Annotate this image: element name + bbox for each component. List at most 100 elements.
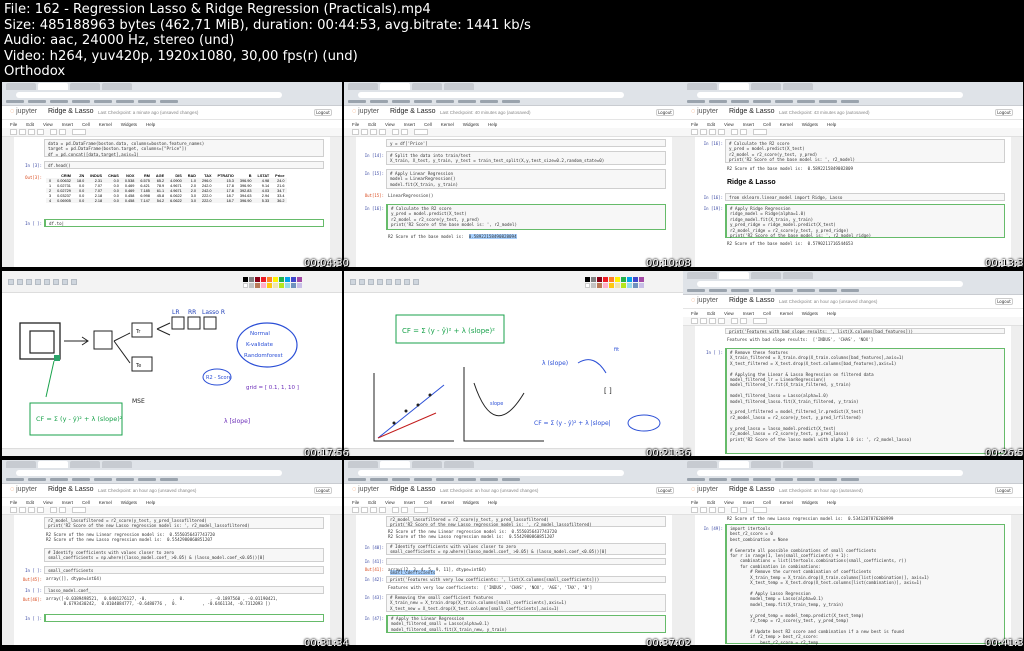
- code-cell[interactable]: In [49]: import itertools best_r2_score =…: [701, 524, 1005, 645]
- code-cell[interactable]: In [ ]: small_coefficients: [20, 566, 324, 574]
- notebook-title[interactable]: Ridge & Lasso: [729, 297, 775, 304]
- code-cell[interactable]: r2_model_lassofiltered = r2_score(y_test…: [20, 517, 324, 529]
- code-cell[interactable]: In [19]: # Apply Ridge Regression ridge_m…: [701, 204, 1005, 238]
- code-cell[interactable]: In [41]: small_coefficients: [362, 558, 666, 576]
- code-cell[interactable]: In [40]: # Identify coefficients with val…: [362, 543, 666, 555]
- menu-help[interactable]: Help: [827, 500, 836, 505]
- menu-edit[interactable]: Edit: [707, 311, 715, 316]
- menu-view[interactable]: View: [43, 122, 53, 127]
- menu-widgets[interactable]: Widgets: [802, 311, 818, 316]
- menu-file[interactable]: File: [691, 500, 698, 505]
- menu-cell[interactable]: Cell: [82, 122, 90, 127]
- code-cell[interactable]: y = df['Price']: [362, 139, 666, 147]
- menu-edit[interactable]: Edit: [368, 122, 376, 127]
- code-cell[interactable]: In [3]: df.head(): [20, 161, 324, 170]
- menu-file[interactable]: File: [352, 122, 359, 127]
- menu-view[interactable]: View: [43, 500, 53, 505]
- menu-widgets[interactable]: Widgets: [121, 122, 137, 127]
- menu-file[interactable]: File: [10, 500, 17, 505]
- code-cell[interactable]: In [47]: # Apply the Linear Regression mo…: [362, 615, 666, 633]
- code-cell[interactable]: data = pd.DataFrame(boston.data, columns…: [20, 139, 324, 157]
- notebook-title[interactable]: Ridge & Lasso: [48, 486, 94, 493]
- notebook-title[interactable]: Ridge & Lasso: [390, 486, 436, 493]
- logout-button[interactable]: Logout: [995, 109, 1013, 116]
- menu-cell[interactable]: Cell: [763, 122, 771, 127]
- logout-button[interactable]: Logout: [995, 487, 1013, 494]
- menu-help[interactable]: Help: [827, 311, 836, 316]
- menu-cell[interactable]: Cell: [763, 311, 771, 316]
- menu-view[interactable]: View: [385, 500, 395, 505]
- menu-insert[interactable]: Insert: [743, 500, 754, 505]
- code-cell[interactable]: # Identify coefficients with values clos…: [20, 548, 324, 562]
- menu-edit[interactable]: Edit: [26, 500, 34, 505]
- menu-file[interactable]: File: [352, 500, 359, 505]
- drawing-canvas[interactable]: LR RR Lasso R Te Tr Normal K-validate Ra…: [2, 293, 342, 448]
- menu-kernel[interactable]: Kernel: [780, 311, 793, 316]
- menu-kernel[interactable]: Kernel: [99, 122, 112, 127]
- menu-insert[interactable]: Insert: [743, 122, 754, 127]
- menu-insert[interactable]: Insert: [743, 311, 754, 316]
- menu-view[interactable]: View: [385, 122, 395, 127]
- menu-help[interactable]: Help: [827, 122, 836, 127]
- code-cell[interactable]: In [ ]: df.to|: [20, 219, 324, 228]
- logout-button[interactable]: Logout: [995, 298, 1013, 305]
- notebook-title[interactable]: Ridge & Lasso: [729, 486, 775, 493]
- menu-view[interactable]: View: [724, 311, 734, 316]
- menu-help[interactable]: Help: [488, 122, 497, 127]
- color-palette[interactable]: [243, 277, 302, 288]
- menu-widgets[interactable]: Widgets: [802, 500, 818, 505]
- code-cell[interactable]: In [ ]: # Remove these features X_train_f…: [701, 348, 1005, 454]
- code-cell[interactable]: r2_model_lassofiltered = r2_score(y_test…: [362, 516, 666, 527]
- code-cell[interactable]: In [ ]: lasso_model.coef_: [20, 586, 324, 594]
- markdown-cell[interactable]: Ridge & Lasso: [701, 179, 1005, 189]
- menu-cell[interactable]: Cell: [763, 500, 771, 505]
- code-cell[interactable]: In [16]: from sklearn.linear_model import…: [701, 193, 1005, 201]
- menu-widgets[interactable]: Widgets: [463, 500, 479, 505]
- notebook-title[interactable]: Ridge & Lasso: [390, 108, 436, 115]
- menu-kernel[interactable]: Kernel: [99, 500, 112, 505]
- code-cell[interactable]: In [16]: # Calculate the R2 score y_pred …: [362, 204, 666, 230]
- menu-cell[interactable]: Cell: [424, 122, 432, 127]
- menu-insert[interactable]: Insert: [404, 500, 415, 505]
- code-cell[interactable]: In [15]: # Apply Linear Regression model …: [362, 169, 666, 189]
- logout-button[interactable]: Logout: [314, 109, 332, 116]
- menu-widgets[interactable]: Widgets: [463, 122, 479, 127]
- menu-cell[interactable]: Cell: [424, 500, 432, 505]
- menu-edit[interactable]: Edit: [368, 500, 376, 505]
- menu-edit[interactable]: Edit: [26, 122, 34, 127]
- code-cell[interactable]: print('Features with bad slope results: …: [701, 328, 1005, 334]
- code-cell[interactable]: In [ ]:: [20, 614, 324, 622]
- menu-file[interactable]: File: [691, 122, 698, 127]
- menu-edit[interactable]: Edit: [707, 122, 715, 127]
- menu-help[interactable]: Help: [488, 500, 497, 505]
- menu-insert[interactable]: Insert: [62, 500, 73, 505]
- menu-help[interactable]: Help: [146, 122, 155, 127]
- notebook-title[interactable]: Ridge & Lasso: [729, 108, 775, 115]
- code-cell[interactable]: In [14]: # Split the data into train/test…: [362, 151, 666, 165]
- logout-button[interactable]: Logout: [656, 109, 674, 116]
- code-cell[interactable]: In [42]: print('Features with very low co…: [362, 576, 666, 583]
- code-cell[interactable]: In [16]: # Calculate the R2 score y_pred …: [701, 139, 1005, 163]
- drawing-canvas[interactable]: CF = Σ (y - ŷ)² + λ (slope)² λ (slope) s…: [344, 293, 684, 448]
- menu-view[interactable]: View: [724, 122, 734, 127]
- logout-button[interactable]: Logout: [656, 487, 674, 494]
- logout-button[interactable]: Logout: [314, 487, 332, 494]
- menu-kernel[interactable]: Kernel: [441, 500, 454, 505]
- code-cell[interactable]: In [43]: # Removing the small coefficient…: [362, 594, 666, 612]
- menu-file[interactable]: File: [10, 122, 17, 127]
- menu-insert[interactable]: Insert: [404, 122, 415, 127]
- menu-edit[interactable]: Edit: [707, 500, 715, 505]
- menu-kernel[interactable]: Kernel: [441, 122, 454, 127]
- menu-widgets[interactable]: Widgets: [121, 500, 137, 505]
- menu-help[interactable]: Help: [146, 500, 155, 505]
- menu-file[interactable]: File: [691, 311, 698, 316]
- menu-view[interactable]: View: [724, 500, 734, 505]
- menu-cell[interactable]: Cell: [82, 500, 90, 505]
- notebook-title[interactable]: Ridge & Lasso: [48, 108, 94, 115]
- menu-widgets[interactable]: Widgets: [802, 122, 818, 127]
- menu-insert[interactable]: Insert: [62, 122, 73, 127]
- menu-kernel[interactable]: Kernel: [780, 122, 793, 127]
- color-palette[interactable]: [585, 277, 644, 288]
- menu-kernel[interactable]: Kernel: [780, 500, 793, 505]
- browser-chrome: [683, 271, 1023, 295]
